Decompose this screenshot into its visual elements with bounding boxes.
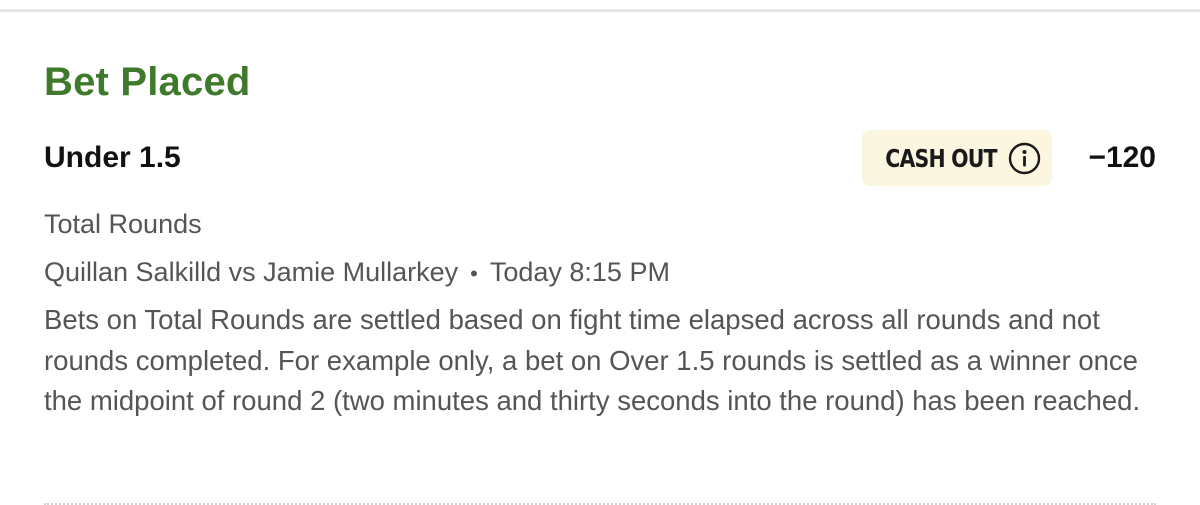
bet-summary-row: Under 1.5 CASH OUT −120 [44, 130, 1156, 186]
event-info: Quillan Salkilld vs Jamie Mullarkey • Toda… [44, 254, 670, 292]
separator-dot: • [470, 260, 478, 286]
event-matchup: Quillan Salkilld vs Jamie Mullarkey [44, 257, 459, 287]
info-icon[interactable] [1008, 142, 1041, 175]
event-time: Today 8:15 PM [489, 257, 670, 287]
market-name: Total Rounds [44, 209, 202, 239]
bet-selection: Under 1.5 [44, 141, 181, 174]
market-rules-text: Bets on Total Rounds are settled based o… [44, 304, 1141, 416]
bet-odds: −120 [1088, 141, 1156, 174]
top-divider [0, 9, 1200, 12]
cash-out-button[interactable]: CASH OUT [862, 130, 1052, 186]
bet-status-title: Bet Placed [44, 60, 251, 104]
cash-out-label: CASH OUT [884, 143, 997, 173]
